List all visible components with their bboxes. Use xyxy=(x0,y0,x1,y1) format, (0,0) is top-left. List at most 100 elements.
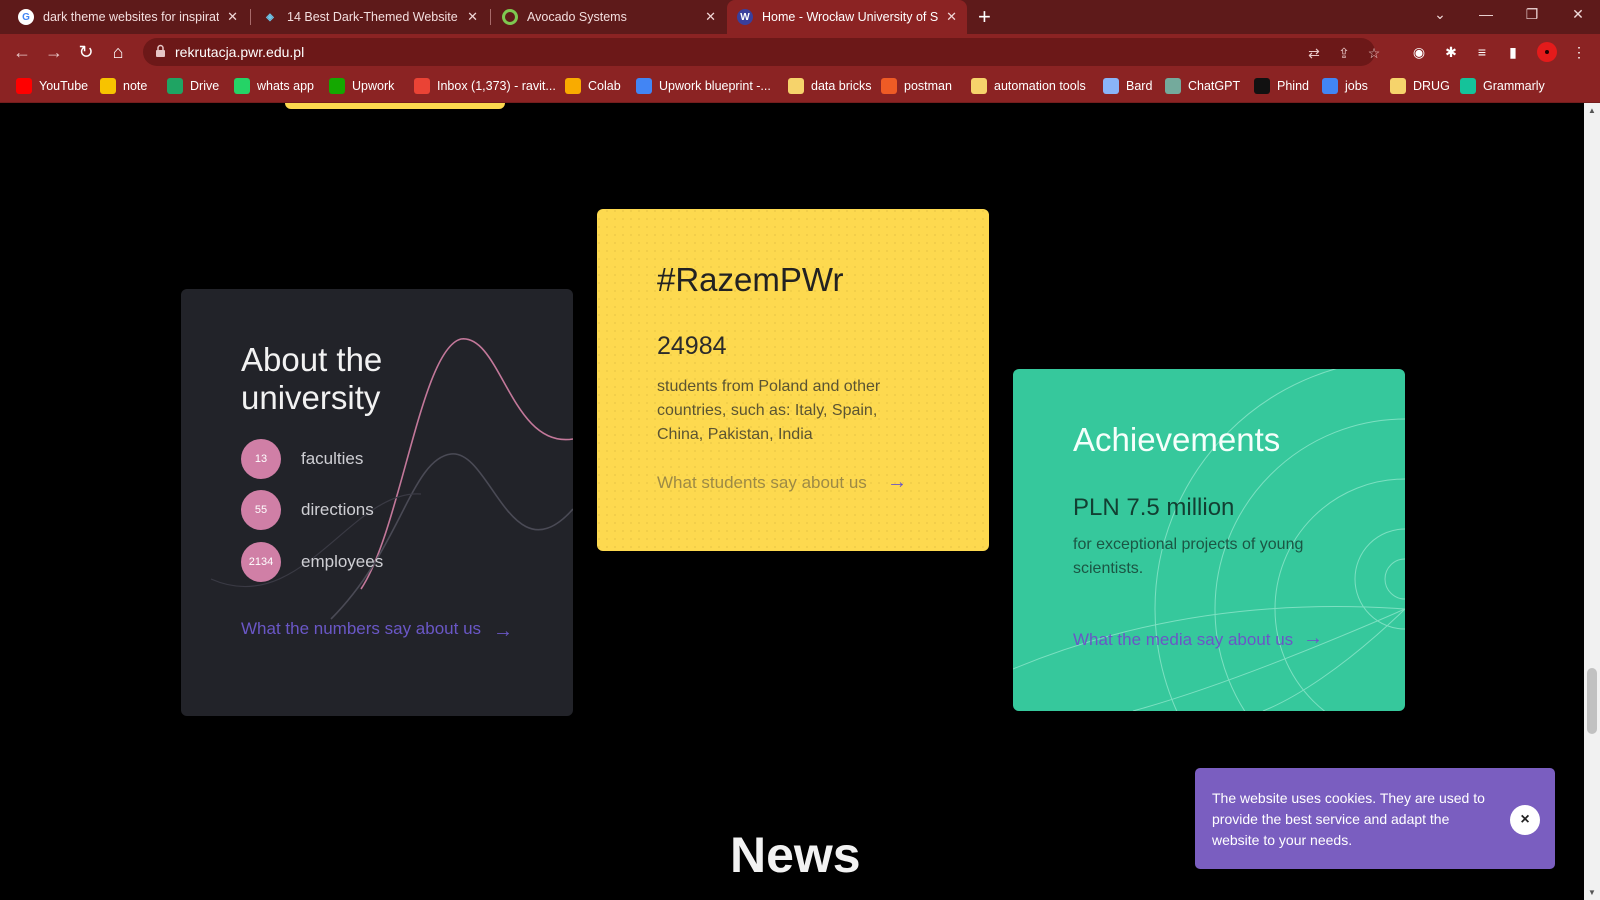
achievements-amount: PLN 7.5 million xyxy=(1073,494,1235,521)
arrow-right-icon[interactable]: → xyxy=(1303,627,1323,650)
reload-icon[interactable]: ↻ xyxy=(74,40,98,64)
bookmark-grammarly[interactable]: Grammarly xyxy=(1460,76,1545,96)
students-count: 24984 xyxy=(657,332,727,360)
close-window-icon[interactable]: ✕ xyxy=(1556,0,1600,30)
bookmark-icon xyxy=(1254,78,1270,94)
home-icon[interactable]: ⌂ xyxy=(106,40,130,64)
bookmark-star-icon[interactable]: ☆ xyxy=(1365,44,1383,62)
students-link[interactable]: What students say about us xyxy=(657,473,867,493)
scrollbar-thumb[interactable] xyxy=(1587,668,1597,734)
bookmark-label: ChatGPT xyxy=(1188,79,1241,93)
share-icon[interactable]: ⇪ xyxy=(1335,44,1353,62)
stat-value: 2134 xyxy=(241,542,281,582)
close-tab-icon[interactable]: ✕ xyxy=(227,9,238,25)
bookmark-label: Inbox (1,373) - ravit... xyxy=(437,79,556,93)
bookmark-drug[interactable]: DRUG xyxy=(1390,76,1450,96)
bookmark-postman[interactable]: postman xyxy=(881,76,952,96)
tab-strip: G dark theme websites for inspiratio ✕ ◈… xyxy=(0,0,1600,34)
translate-icon[interactable]: ⇄ xyxy=(1305,44,1323,62)
cookie-close-button[interactable]: × xyxy=(1510,805,1540,835)
webflow-icon: ◈ xyxy=(266,11,274,23)
bookmark-youtube[interactable]: YouTube xyxy=(16,76,88,96)
menu-kebab-icon[interactable]: ⋮ xyxy=(1570,43,1588,61)
close-tab-icon[interactable]: ✕ xyxy=(467,9,478,25)
new-tab-icon[interactable]: + xyxy=(978,4,991,30)
achievements-card: Achievements PLN 7.5 million for excepti… xyxy=(1013,369,1405,711)
bookmark-jobs[interactable]: jobs xyxy=(1322,76,1368,96)
bookmark-whats-app[interactable]: whats app xyxy=(234,76,314,96)
cookie-banner: The website uses cookies. They are used … xyxy=(1195,768,1555,869)
about-title: About the university xyxy=(241,341,383,416)
tab-title: dark theme websites for inspiratio xyxy=(43,10,220,24)
bookmark-label: Upwork xyxy=(352,79,395,93)
bookmark-upwork-blueprint[interactable]: Upwork blueprint -... xyxy=(636,76,771,96)
bookmark-automation-tools[interactable]: automation tools xyxy=(971,76,1086,96)
stat-label: faculties xyxy=(301,449,364,468)
bookmark-bard[interactable]: Bard xyxy=(1103,76,1152,96)
cookie-text: The website uses cookies. They are used … xyxy=(1212,790,1485,848)
tab-avocado-systems[interactable]: Avocado Systems ✕ xyxy=(492,0,726,34)
google-g-icon: G xyxy=(18,9,34,25)
arrow-right-icon[interactable]: → xyxy=(493,620,513,643)
extensions-puzzle-icon[interactable]: ✱ xyxy=(1442,43,1460,61)
bookmark-label: Colab xyxy=(588,79,621,93)
back-icon[interactable]: ← xyxy=(10,40,34,64)
bookmark-colab[interactable]: Colab xyxy=(565,76,621,96)
bookmark-chatgpt[interactable]: ChatGPT xyxy=(1165,76,1240,96)
bookmark-data-bricks[interactable]: data bricks xyxy=(788,76,871,96)
browser-toolbar: ← → ↻ ⌂ rekrutacja.pwr.edu.pl ⇄ ⇪ ☆ ◉ ✱ … xyxy=(0,34,1600,70)
reading-list-icon[interactable]: ≡ xyxy=(1473,43,1491,61)
forward-icon[interactable]: → xyxy=(42,40,66,64)
bookmark-icon xyxy=(1103,78,1119,94)
tab-pwr-home[interactable]: W Home - Wrocław University of Sc ✕ xyxy=(727,0,967,34)
tab-title: Home - Wrocław University of Sc xyxy=(762,10,939,24)
students-description: students from Poland and other countries… xyxy=(657,378,881,443)
yellow-button-fragment[interactable] xyxy=(285,103,505,109)
close-tab-icon[interactable]: ✕ xyxy=(705,9,716,25)
bookmark-label: Drive xyxy=(190,79,220,93)
razem-pwr-card: #RazemPWr 24984 students from Poland and… xyxy=(597,209,989,551)
about-university-card: About the university 13 faculties 55 dir… xyxy=(181,289,573,716)
scroll-up-icon[interactable]: ▲ xyxy=(1584,104,1600,118)
bookmark-label: whats app xyxy=(257,79,314,93)
bookmark-label: jobs xyxy=(1345,79,1368,93)
tab-separator xyxy=(250,9,251,25)
bookmark-icon xyxy=(16,78,32,94)
bookmark-label: YouTube xyxy=(39,79,89,93)
bookmark-label: data bricks xyxy=(811,79,872,93)
grammarly-extension-icon[interactable]: ◉ xyxy=(1410,43,1428,61)
numbers-link[interactable]: What the numbers say about us xyxy=(241,620,491,638)
bookmark-label: postman xyxy=(904,79,952,93)
profile-avatar[interactable] xyxy=(1537,42,1557,62)
scroll-down-icon[interactable]: ▼ xyxy=(1584,886,1600,900)
pwr-icon: W xyxy=(737,9,753,25)
page-scrollbar[interactable] xyxy=(1584,103,1600,900)
bookmarks-bar: YouTube note Drive whats app Upwork Inbox (1,… xyxy=(0,70,1600,103)
stat-label: employees xyxy=(301,552,384,571)
address-bar[interactable]: rekrutacja.pwr.edu.pl ⇄ ⇪ ☆ xyxy=(143,38,1380,66)
bookmark-phind[interactable]: Phind xyxy=(1254,76,1309,96)
close-tab-icon[interactable]: ✕ xyxy=(946,9,957,25)
bookmark-icon xyxy=(1165,78,1181,94)
media-link[interactable]: What the media say about us xyxy=(1073,630,1293,650)
bookmark-icon xyxy=(636,78,652,94)
bookmark-icon xyxy=(1390,78,1406,94)
bookmark-note[interactable]: note xyxy=(100,76,147,96)
side-panel-icon[interactable]: ▮ xyxy=(1504,43,1522,61)
stat-value: 55 xyxy=(241,490,281,530)
tab-dark-theme-search[interactable]: G dark theme websites for inspiratio ✕ xyxy=(8,0,248,34)
avocado-icon xyxy=(502,9,518,25)
bookmark-label: DRUG xyxy=(1413,79,1450,93)
bookmark-drive[interactable]: Drive xyxy=(167,76,219,96)
stat-employees: 2134 employees xyxy=(241,542,383,582)
restore-icon[interactable]: ❐ xyxy=(1510,0,1554,30)
bookmark-icon xyxy=(1322,78,1338,94)
achievements-description: for exceptional projects of young scient… xyxy=(1073,536,1304,577)
arrow-right-icon[interactable]: → xyxy=(887,471,907,494)
minimize-icon[interactable]: — xyxy=(1464,0,1508,30)
bookmark-upwork[interactable]: Upwork xyxy=(329,76,394,96)
url-text: rekrutacja.pwr.edu.pl xyxy=(175,44,305,60)
tab-dark-themed-designs[interactable]: ◈ 14 Best Dark-Themed Website D ✕ xyxy=(252,0,488,34)
tab-search-chevron-icon[interactable]: ⌄ xyxy=(1418,0,1462,30)
bookmark-inbox-1-373-ravit[interactable]: Inbox (1,373) - ravit... xyxy=(414,76,556,96)
